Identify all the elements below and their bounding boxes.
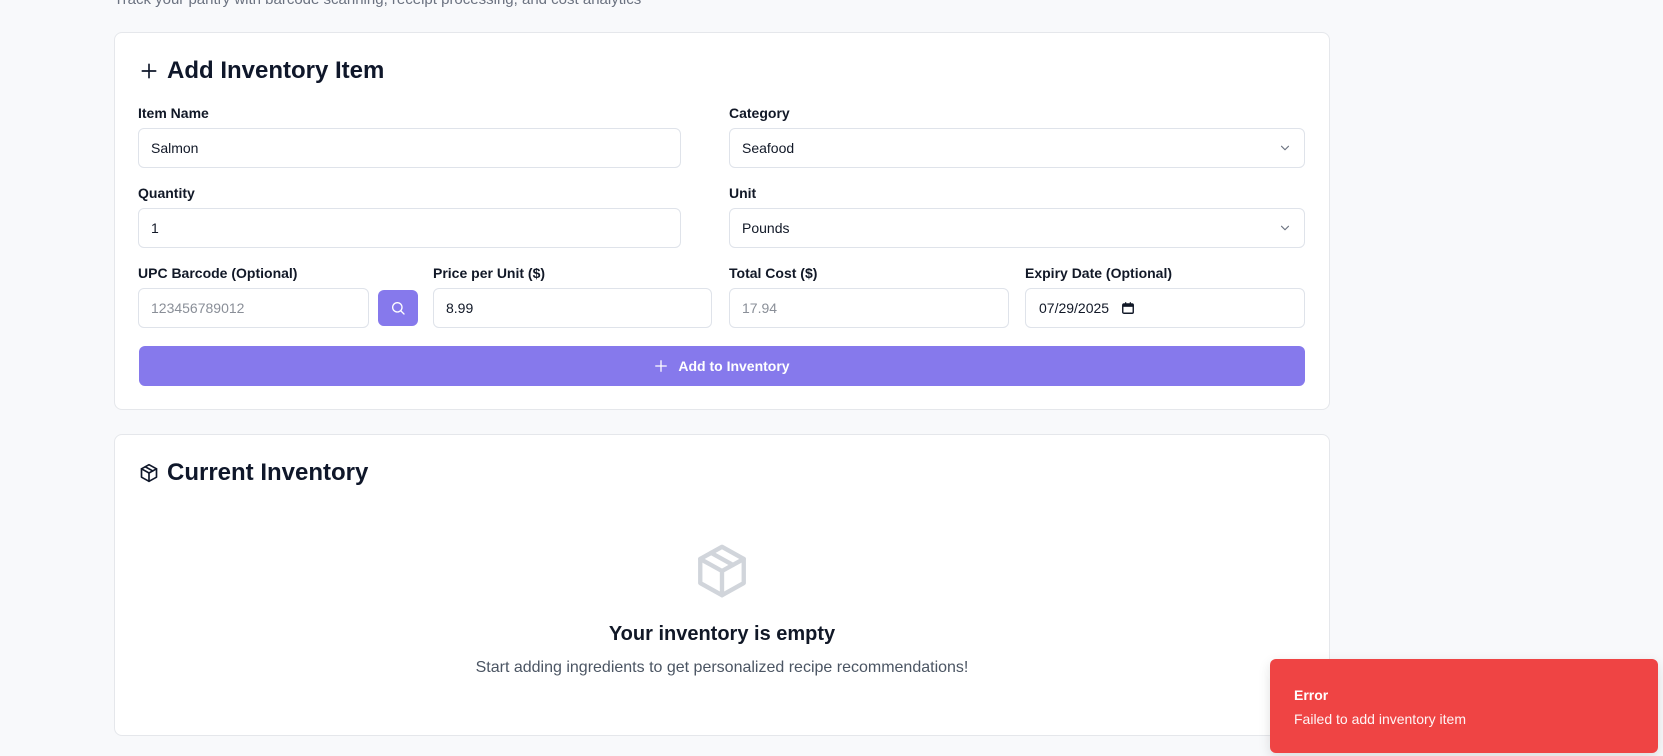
upc-field: UPC Barcode (Optional) 123456789012 bbox=[138, 264, 369, 328]
current-inventory-title-text: Current Inventory bbox=[167, 459, 369, 486]
unit-label: Unit bbox=[729, 185, 757, 201]
expiry-field: Expiry Date (Optional) 07/29/2025 bbox=[1025, 264, 1305, 328]
calendar-icon[interactable] bbox=[1121, 301, 1135, 315]
quantity-label: Quantity bbox=[138, 185, 195, 201]
upc-input[interactable]: 123456789012 bbox=[138, 288, 369, 328]
category-value: Seafood bbox=[742, 140, 795, 156]
total-cost-value: 17.94 bbox=[742, 300, 778, 316]
plus-icon bbox=[655, 360, 668, 372]
unit-select[interactable]: Pounds bbox=[729, 208, 1305, 248]
item-name-field: Item Name Salmon bbox=[138, 104, 681, 168]
upc-placeholder: 123456789012 bbox=[151, 300, 245, 316]
barcode-search-button[interactable] bbox=[378, 290, 418, 326]
chevron-down-icon bbox=[1280, 145, 1290, 151]
quantity-input[interactable]: 1 bbox=[138, 208, 681, 248]
total-cost-label: Total Cost ($) bbox=[729, 265, 818, 281]
price-label: Price per Unit ($) bbox=[433, 265, 546, 281]
chevron-down-icon bbox=[1280, 225, 1290, 231]
quantity-value: 1 bbox=[151, 220, 159, 236]
plus-icon bbox=[141, 63, 157, 79]
search-icon bbox=[392, 302, 405, 315]
price-value: 8.99 bbox=[446, 300, 474, 316]
toast-message: Failed to add inventory item bbox=[1294, 711, 1466, 727]
category-select[interactable]: Seafood bbox=[729, 128, 1305, 168]
item-name-value: Salmon bbox=[151, 140, 199, 156]
price-input[interactable]: 8.99 bbox=[433, 288, 712, 328]
error-toast[interactable]: Error Failed to add inventory item bbox=[1270, 659, 1658, 753]
item-name-label: Item Name bbox=[138, 105, 209, 121]
add-to-inventory-button[interactable]: Add to Inventory bbox=[139, 346, 1305, 386]
total-cost-input[interactable]: 17.94 bbox=[729, 288, 1009, 328]
package-icon bbox=[698, 544, 746, 598]
price-field: Price per Unit ($) 8.99 bbox=[433, 264, 712, 328]
toast-title: Error bbox=[1294, 687, 1329, 703]
add-inventory-card: Add Inventory Item Item Name Salmon Cate… bbox=[114, 32, 1330, 410]
current-inventory-card: Current Inventory Your inventory is empt… bbox=[114, 434, 1330, 736]
empty-state-subtitle: Start adding ingredients to get personal… bbox=[475, 659, 969, 676]
empty-state-title: Your inventory is empty bbox=[608, 623, 836, 645]
add-inventory-title-text: Add Inventory Item bbox=[167, 57, 385, 84]
category-label: Category bbox=[729, 105, 790, 121]
add-inventory-title: Add Inventory Item bbox=[139, 57, 384, 85]
unit-value: Pounds bbox=[742, 220, 790, 236]
expiry-value: 07/29/2025 bbox=[1039, 300, 1110, 316]
package-icon bbox=[140, 463, 158, 483]
item-name-input[interactable]: Salmon bbox=[138, 128, 681, 168]
total-cost-field: Total Cost ($) 17.94 bbox=[729, 264, 1009, 328]
current-inventory-title: Current Inventory bbox=[139, 459, 368, 487]
quantity-field: Quantity 1 bbox=[138, 184, 681, 248]
expiry-label: Expiry Date (Optional) bbox=[1025, 265, 1173, 281]
upc-label: UPC Barcode (Optional) bbox=[138, 265, 298, 281]
category-field: Category Seafood bbox=[729, 104, 1305, 168]
page-subtitle: Track your pantry with barcode scanning,… bbox=[114, 0, 641, 8]
unit-field: Unit Pounds bbox=[729, 184, 1305, 248]
add-to-inventory-label: Add to Inventory bbox=[678, 358, 790, 374]
expiry-input[interactable]: 07/29/2025 bbox=[1025, 288, 1305, 328]
